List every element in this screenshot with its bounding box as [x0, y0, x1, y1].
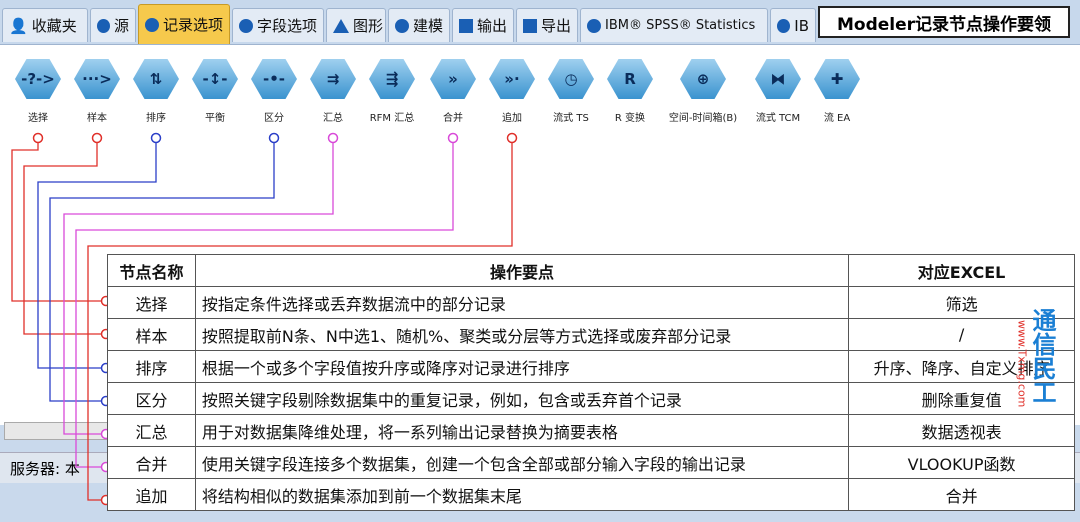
key-point-cell: 根据一个或多个字段值按升序或降序对记录进行排序: [194, 350, 850, 383]
header-node-name: 节点名称: [107, 254, 196, 287]
table-row: 区分 按照关键字段剔除数据集中的重复记录，例如，包含或丢弃首个记录 删除重复值: [107, 382, 1075, 415]
node-name-cell: 排序: [107, 350, 196, 383]
key-point-cell: 将结构相似的数据集添加到前一个数据集末尾: [194, 478, 850, 511]
connector-dot: [506, 132, 518, 144]
node-name-cell: 合并: [107, 446, 196, 479]
connector-dot: [150, 132, 162, 144]
node-name-cell: 选择: [107, 286, 196, 319]
table-row: 追加 将结构相似的数据集添加到前一个数据集末尾 合并: [107, 478, 1075, 511]
key-point-cell: 用于对数据集降维处理，将一系列输出记录替换为摘要表格: [194, 414, 850, 447]
node-name-cell: 区分: [107, 382, 196, 415]
connector-dot: [327, 132, 339, 144]
node-name-cell: 样本: [107, 318, 196, 351]
watermark-text: 通信民工: [1028, 308, 1056, 404]
node-name-cell: 汇总: [107, 414, 196, 447]
key-point-cell: 使用关键字段连接多个数据集，创建一个包含全部或部分输入字段的输出记录: [194, 446, 850, 479]
key-point-cell: 按照关键字段剔除数据集中的重复记录，例如，包含或丢弃首个记录: [194, 382, 850, 415]
watermark-logo: 通信民工 www.Txmg.com: [1012, 300, 1072, 510]
header-key-points: 操作要点: [194, 254, 850, 287]
connector-line: [11, 138, 104, 302]
connector-dot: [268, 132, 280, 144]
watermark-url: www.Txmg.com: [1016, 320, 1029, 407]
node-name-cell: 追加: [107, 478, 196, 511]
table-header-row: 节点名称 操作要点 对应EXCEL: [107, 254, 1075, 287]
table-row: 排序 根据一个或多个字段值按升序或降序对记录进行排序 升序、降序、自定义排序: [107, 350, 1075, 383]
table-row: 合并 使用关键字段连接多个数据集，创建一个包含全部或部分输入字段的输出记录 VLOO…: [107, 446, 1075, 479]
connector-dot: [32, 132, 44, 144]
table-row: 汇总 用于对数据集降维处理，将一系列输出记录替换为摘要表格 数据透视表: [107, 414, 1075, 447]
connector-dot: [447, 132, 459, 144]
node-operations-table: 节点名称 操作要点 对应EXCEL 选择 按指定条件选择或丢弃数据流中的部分记录筛…: [107, 254, 1075, 511]
header-excel: 对应EXCEL: [848, 254, 1075, 287]
table-row: 选择 按指定条件选择或丢弃数据流中的部分记录 筛选: [107, 286, 1075, 319]
table-row: 样本 按照提取前N条、N中选1、随机%、聚类或分层等方式选择或废弃部分记录 /: [107, 318, 1075, 351]
connector-dot: [91, 132, 103, 144]
watermark-icon: 通信民工 www.Txmg.com: [1016, 308, 1057, 407]
key-point-cell: 按照提取前N条、N中选1、随机%、聚类或分层等方式选择或废弃部分记录: [194, 318, 850, 351]
key-point-cell: 按指定条件选择或丢弃数据流中的部分记录: [194, 286, 850, 319]
